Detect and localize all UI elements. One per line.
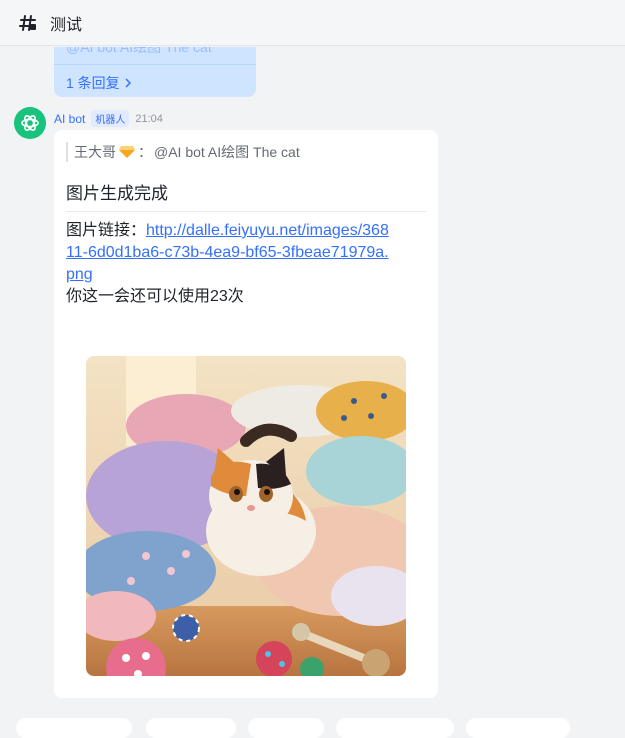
openai-logo-icon	[21, 115, 39, 131]
card-divider	[66, 211, 426, 212]
quote-author: 王大哥	[74, 144, 116, 160]
quote-text: @AI bot AI绘图 The cat	[154, 144, 300, 160]
reply-count-label: 1 条回复	[66, 75, 120, 91]
sender-name[interactable]: AI bot	[54, 112, 85, 126]
bottom-toolbar	[0, 714, 625, 738]
avatar[interactable]	[14, 107, 46, 139]
bot-badge: 机器人	[91, 110, 130, 127]
link-label: 图片链接：	[66, 222, 147, 239]
generated-image[interactable]	[86, 356, 406, 676]
card-body: 图片链接：http://dalle.feiyuyu.net/images/368…	[66, 220, 396, 308]
quick-action-2[interactable]	[146, 718, 236, 738]
quick-action-1[interactable]	[16, 718, 132, 738]
message-time: 21:04	[135, 112, 163, 125]
quick-action-5[interactable]	[466, 718, 570, 738]
message-meta: AI bot 机器人 21:04	[54, 110, 163, 127]
card-title: 图片生成完成	[66, 184, 168, 203]
quote-separator: ：	[138, 144, 152, 160]
message-card: 王大哥 ： @AI bot AI绘图 The cat 图片生成完成 图片链接：h…	[54, 130, 438, 698]
channel-thread-icon[interactable]	[18, 13, 38, 33]
quoted-message[interactable]: 王大哥 ： @AI bot AI绘图 The cat	[66, 142, 300, 162]
bubble-divider	[54, 64, 256, 65]
previous-message-text: @AI bot AI绘图 The cat	[66, 47, 212, 55]
thread-reply-link[interactable]: 1 条回复	[66, 73, 133, 93]
gem-icon	[119, 146, 135, 158]
quick-action-4[interactable]	[336, 718, 454, 738]
chat-header: 测试	[0, 0, 625, 46]
usage-remaining-text: 你这一会还可以使用23次	[66, 288, 244, 305]
cat-among-pillows-image	[86, 356, 406, 676]
quick-action-3[interactable]	[248, 718, 324, 738]
chevron-right-icon	[125, 78, 131, 88]
chat-title: 测试	[50, 16, 83, 34]
previous-message-bubble[interactable]: @AI bot AI绘图 The cat 1 条回复	[54, 47, 256, 97]
